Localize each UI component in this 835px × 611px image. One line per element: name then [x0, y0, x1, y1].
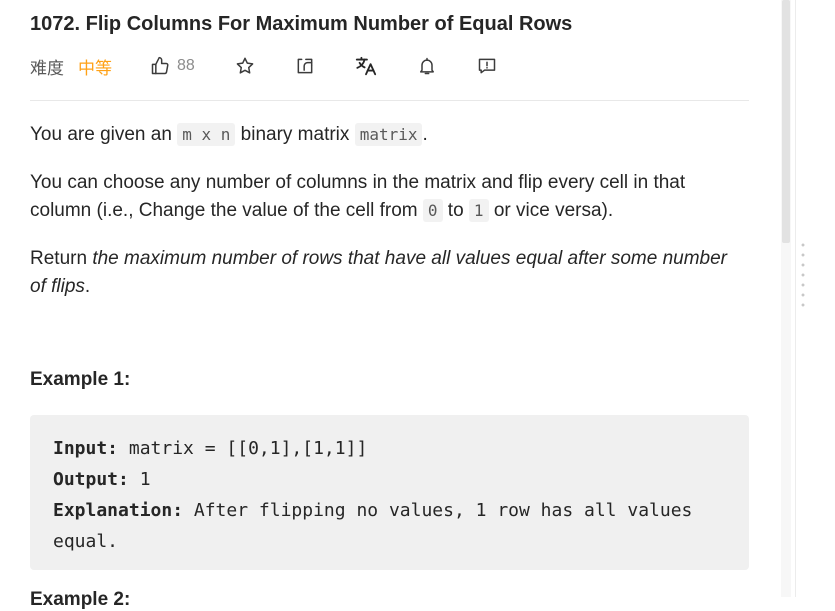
input-value: matrix = [[0,1],[1,1]] [118, 438, 368, 459]
example-1-title: Example 1: [30, 369, 131, 390]
notification-button[interactable] [417, 52, 437, 80]
example-1-code-block: Input: matrix = [[0,1],[1,1]] Output: 1 … [30, 415, 749, 570]
translate-button[interactable] [355, 52, 377, 80]
p3-text: Return [30, 248, 93, 269]
p2-text-end: or vice versa). [488, 200, 614, 221]
explanation-value: After flipping no values, 1 row has all … [183, 500, 693, 521]
description-paragraph-1: You are given an m x n binary matrix mat… [30, 121, 749, 149]
thumbs-up-icon [151, 56, 169, 75]
feedback-button[interactable] [477, 52, 497, 80]
example-2-title: Example 2: [30, 589, 131, 610]
translate-icon [355, 56, 376, 76]
input-label: Input: [53, 438, 119, 459]
example-explanation-line: Explanation: After flipping no values, 1… [53, 495, 726, 526]
output-value: 1 [128, 469, 151, 490]
header-divider [30, 100, 749, 101]
star-icon [236, 57, 254, 74]
inline-code-zero: 0 [422, 199, 443, 222]
panel-separator [795, 0, 796, 597]
inline-code-one: 1 [468, 199, 489, 222]
p1-text-end: . [422, 124, 428, 145]
difficulty-label: 难度 [30, 58, 64, 79]
problem-title: 1072. Flip Columns For Maximum Number of… [30, 13, 573, 35]
output-label: Output: [53, 469, 129, 490]
p3-text-end: . [84, 276, 91, 297]
share-button[interactable] [295, 52, 315, 80]
like-button[interactable]: 88 [150, 52, 195, 80]
difficulty-value: 中等 [78, 58, 112, 79]
inline-code-mxn: m x n [177, 123, 236, 146]
like-count: 88 [177, 57, 195, 74]
inline-code-matrix: matrix [354, 123, 423, 146]
p1-text: You are given an [30, 124, 178, 145]
favorite-button[interactable] [235, 52, 255, 80]
share-icon [297, 58, 313, 74]
description-paragraph-3: Return the maximum number of rows that h… [30, 245, 742, 301]
p1-text-middle: binary matrix [235, 124, 355, 145]
description-paragraph-2: You can choose any number of columns in … [30, 169, 749, 225]
example-output-line: Output: 1 [53, 464, 726, 495]
resize-handle[interactable] [801, 240, 805, 308]
bell-icon [419, 57, 434, 75]
feedback-icon [478, 58, 496, 74]
scrollbar-thumb[interactable] [782, 0, 790, 243]
example-input-line: Input: matrix = [[0,1],[1,1]] [53, 433, 726, 464]
explanation-label: Explanation: [53, 500, 184, 521]
p2-text-middle: to [442, 200, 469, 221]
example-explanation-continuation: equal. [53, 531, 119, 552]
problem-meta-toolbar: 难度 中等 88 [30, 52, 497, 80]
p3-italic-text: the maximum number of rows that have all… [30, 248, 728, 297]
